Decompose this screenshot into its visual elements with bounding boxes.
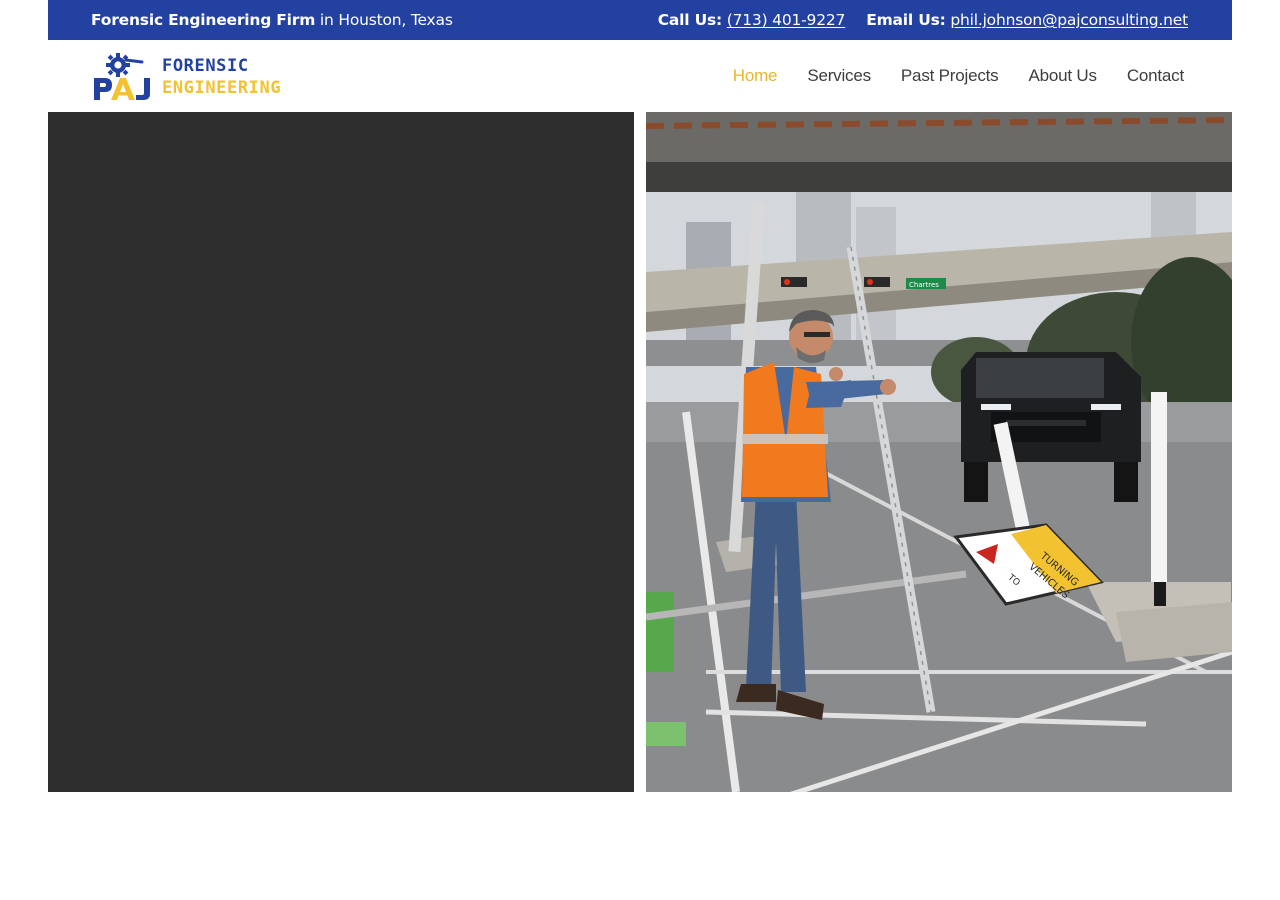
call-label: Call Us:	[657, 11, 723, 29]
firm-name: Forensic Engineering Firm	[91, 11, 316, 29]
email-label: Email Us:	[866, 11, 946, 29]
phone-link[interactable]: (713) 401-9227	[727, 11, 846, 29]
hero-section: TURNING VEHICLES TO Chartres	[48, 112, 1232, 792]
nav-item-services[interactable]: Services	[807, 66, 871, 86]
engineer-at-intersection-image: TURNING VEHICLES TO Chartres	[646, 112, 1232, 792]
hero-photo: TURNING VEHICLES TO Chartres	[646, 112, 1232, 792]
site-header: FORENSIC ENGINEERING Home Services Past …	[48, 40, 1232, 112]
gear-logo-icon	[94, 53, 150, 100]
email-link[interactable]: phil.johnson@pajconsulting.net	[950, 11, 1188, 29]
contact-info: Call Us: (713) 401-9227 Email Us: phil.j…	[658, 11, 1188, 29]
nav-item-contact[interactable]: Contact	[1127, 66, 1184, 86]
firm-tagline: Forensic Engineering Firm in Houston, Te…	[91, 11, 453, 29]
logo-wordmark: FORENSIC ENGINEERING	[162, 55, 281, 99]
main-navigation: Home Services Past Projects About Us Con…	[733, 40, 1184, 112]
hero-dark-panel	[48, 112, 634, 792]
nav-item-about-us[interactable]: About Us	[1028, 66, 1097, 86]
street-sign-text: Chartres	[909, 281, 939, 289]
logo-line-1: FORENSIC	[162, 56, 249, 76]
top-info-bar: Forensic Engineering Firm in Houston, Te…	[48, 0, 1232, 40]
email-contact: Email Us: phil.johnson@pajconsulting.net	[866, 11, 1188, 29]
phone-contact: Call Us: (713) 401-9227	[657, 11, 846, 29]
logo-line-2: ENGINEERING	[162, 78, 282, 98]
site-logo[interactable]: FORENSIC ENGINEERING	[92, 52, 281, 102]
nav-item-home[interactable]: Home	[733, 66, 778, 86]
page-wrapper: Forensic Engineering Firm in Houston, Te…	[48, 0, 1232, 792]
nav-item-past-projects[interactable]: Past Projects	[901, 66, 999, 86]
firm-location: in Houston, Texas	[315, 11, 453, 29]
